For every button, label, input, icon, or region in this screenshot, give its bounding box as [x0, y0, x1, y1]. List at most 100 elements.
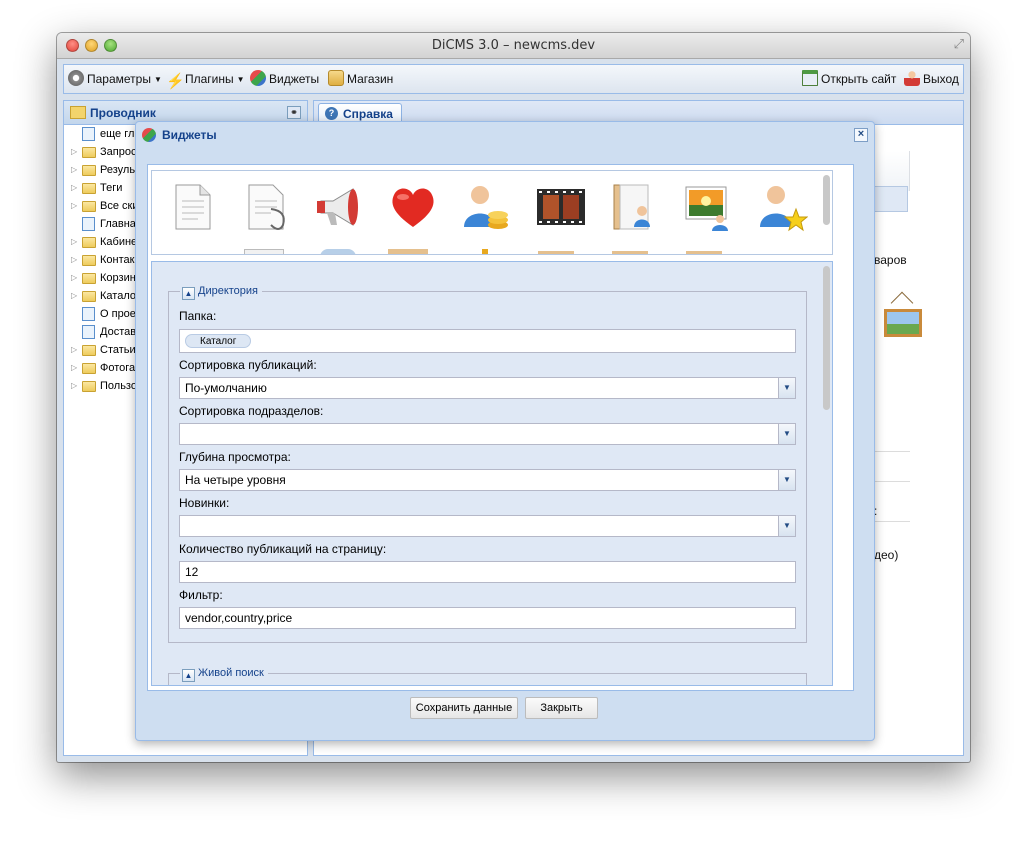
chevron-down-icon[interactable]: ▼	[778, 516, 795, 536]
folder-icon	[82, 345, 96, 356]
page-icon	[82, 217, 95, 231]
expand-arrow-icon[interactable]: ▷	[71, 233, 77, 251]
folder-label: Папка:	[179, 309, 217, 323]
window-titlebar: DiCMS 3.0 – newcms.dev ⤢	[57, 33, 970, 59]
fieldset-live-search: ▲ Живой поиск	[168, 665, 807, 685]
tree-item-label: Контак	[100, 254, 135, 266]
user-star-icon[interactable]	[756, 181, 808, 233]
tree-item-label: Запрос	[100, 146, 137, 158]
folder-icon	[82, 237, 96, 248]
folder-icon	[82, 381, 96, 392]
count-input[interactable]: 12	[179, 561, 796, 583]
sort-publications-label: Сортировка публикаций:	[179, 358, 317, 372]
lightning-icon: ⚡	[166, 73, 185, 90]
document-icon[interactable]	[166, 181, 218, 233]
dialog-titlebar[interactable]: Виджеты ×	[136, 122, 874, 148]
depth-label: Глубина просмотра:	[179, 450, 291, 464]
tree-item-label: О прое	[100, 308, 136, 320]
bg-box-fragment	[870, 186, 908, 212]
fieldset-directory: ▲ Директория Папка: Каталог Сортировка пу…	[168, 283, 807, 643]
document-attach-icon[interactable]	[241, 181, 293, 233]
minimize-window-button[interactable]	[85, 39, 98, 52]
tree-item-label: Все ски	[100, 200, 139, 212]
logout-button[interactable]: Выход	[904, 65, 959, 93]
folder-icon	[82, 183, 96, 194]
expand-arrow-icon[interactable]: ▷	[71, 161, 77, 179]
widget-icon-partial	[686, 251, 722, 254]
icon-strip-scrollbar[interactable]	[823, 175, 830, 225]
filter-input[interactable]: vendor,country,price	[179, 607, 796, 629]
page-icon	[82, 307, 95, 321]
menu-shop[interactable]: Магазин	[328, 65, 393, 93]
bg-divider	[870, 521, 910, 522]
sort-publications-select[interactable]: По-умолчанию ▼	[179, 377, 796, 399]
expand-arrow-icon[interactable]: ▷	[71, 377, 77, 395]
widgets-icon	[250, 70, 266, 86]
expand-arrow-icon[interactable]: ▷	[71, 269, 77, 287]
chevron-down-icon[interactable]: ▼	[778, 378, 795, 398]
folder-chip[interactable]: Каталог	[185, 334, 252, 348]
zoom-window-button[interactable]	[104, 39, 117, 52]
tree-item-label: Резуль	[100, 164, 136, 176]
megaphone-icon[interactable]	[313, 181, 365, 233]
close-button[interactable]: Закрыть	[525, 697, 598, 719]
contact-card-icon[interactable]	[608, 181, 660, 233]
window-title: DiCMS 3.0 – newcms.dev	[431, 38, 596, 53]
widgets-dialog: Виджеты × ▲ Директория Папка: Каталог Со…	[135, 121, 875, 741]
menu-plugins[interactable]: ⚡Плагины ▼	[166, 65, 245, 93]
heart-icon[interactable]	[387, 181, 439, 233]
sort-subsections-select[interactable]: ▼	[179, 423, 796, 445]
collapse-icon[interactable]: ▲	[182, 287, 195, 300]
chevron-down-icon[interactable]: ▼	[778, 470, 795, 490]
expand-arrow-icon[interactable]: ▷	[71, 341, 77, 359]
bg-divider	[870, 481, 910, 482]
close-window-button[interactable]	[66, 39, 79, 52]
folder-icon	[82, 165, 96, 176]
save-button[interactable]: Сохранить данные	[410, 697, 518, 719]
tree-item-label: Корзин	[100, 272, 136, 284]
expand-arrow-icon[interactable]: ▷	[71, 251, 77, 269]
expand-arrow-icon[interactable]: ▷	[71, 179, 77, 197]
bg-card-fragment	[870, 151, 910, 191]
dialog-title: Виджеты	[162, 128, 217, 142]
new-items-select[interactable]: ▼	[179, 515, 796, 537]
widget-icon-partial	[388, 249, 428, 254]
collapse-icon[interactable]: ▲	[182, 669, 195, 682]
expand-arrow-icon[interactable]: ▷	[71, 143, 77, 161]
page-icon	[82, 127, 95, 141]
user-logout-icon	[904, 70, 920, 86]
fullscreen-icon[interactable]: ⤢	[954, 37, 964, 53]
page-icon	[82, 325, 95, 339]
depth-select[interactable]: На четыре уровня ▼	[179, 469, 796, 491]
dialog-close-button[interactable]: ×	[854, 128, 868, 142]
widget-icon-partial	[482, 249, 488, 254]
widget-icon-partial	[538, 251, 574, 254]
menu-widgets[interactable]: Виджеты	[250, 65, 319, 93]
expand-arrow-icon[interactable]: ▷	[71, 359, 77, 377]
folder-field[interactable]: Каталог	[179, 329, 796, 353]
folder-icon	[70, 106, 86, 119]
picture-user-icon[interactable]	[682, 181, 734, 233]
expand-arrow-icon[interactable]: ▷	[71, 197, 77, 215]
tree-item-label: Катало	[100, 290, 136, 302]
tree-item-label: Пользо	[100, 380, 137, 392]
sort-subsections-label: Сортировка подразделов:	[179, 404, 324, 418]
bg-text-fragment: деo)	[874, 548, 899, 562]
menu-parameters[interactable]: Параметры ▼	[68, 65, 162, 93]
tree-item-label: Теги	[100, 182, 123, 194]
tree-item-label: Фотога	[100, 362, 136, 374]
box-icon	[328, 70, 344, 86]
open-site-button[interactable]: Открыть сайт	[802, 65, 896, 93]
expand-arrow-icon[interactable]: ▷	[71, 287, 77, 305]
form-scrollbar[interactable]	[823, 266, 830, 410]
bg-divider	[870, 451, 910, 452]
binoculars-icon[interactable]: ⚭	[287, 106, 301, 119]
fieldset-directory-legend[interactable]: ▲ Директория	[180, 283, 263, 300]
user-coins-icon[interactable]	[460, 181, 512, 233]
fieldset-live-search-legend[interactable]: ▲ Живой поиск	[180, 665, 268, 682]
filmstrip-icon[interactable]	[535, 181, 587, 233]
picture-frame-icon	[880, 289, 922, 361]
chevron-down-icon[interactable]: ▼	[778, 424, 795, 444]
widget-icon-partial	[612, 251, 648, 254]
new-items-label: Новинки:	[179, 496, 230, 510]
